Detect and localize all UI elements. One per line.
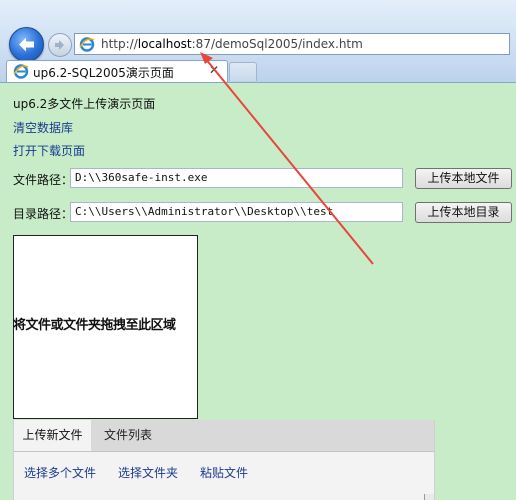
new-tab-button[interactable]: [229, 62, 257, 81]
forward-arrow-icon: [55, 40, 64, 50]
select-folder-link[interactable]: 选择文件夹: [118, 464, 178, 481]
tab-ie-logo-icon: [13, 64, 29, 79]
tab-close-icon[interactable]: ✕: [209, 63, 219, 77]
address-bar[interactable]: http://localhost:87/demoSql2005/index.ht…: [74, 33, 510, 55]
panel-scrollbar[interactable]: [424, 494, 434, 500]
clear-database-link[interactable]: 清空数据库: [13, 119, 73, 136]
select-multiple-files-link[interactable]: 选择多个文件: [24, 464, 96, 481]
upload-panel-tabs: 上传新文件 文件列表: [14, 420, 434, 452]
upload-local-file-button[interactable]: 上传本地文件: [415, 168, 512, 189]
back-arrow-icon: [19, 37, 34, 52]
address-url: http://localhost:87/demoSql2005/index.ht…: [101, 37, 363, 51]
forward-button[interactable]: [48, 33, 72, 57]
tab-upload-new-file[interactable]: 上传新文件: [14, 420, 91, 451]
tab-title: up6.2-SQL2005演示页面: [33, 66, 174, 80]
dir-path-input[interactable]: C:\\Users\\Administrator\\Desktop\\test: [70, 202, 403, 222]
back-button[interactable]: [9, 27, 44, 62]
file-path-label: 文件路径：: [13, 173, 74, 187]
drop-zone-text: 将文件或文件夹拖拽至此区域: [13, 318, 176, 333]
tab-file-list[interactable]: 文件列表: [102, 420, 154, 451]
upload-local-dir-button[interactable]: 上传本地目录: [415, 202, 512, 223]
ie-logo-icon: [79, 37, 95, 52]
dir-path-label: 目录路径：: [13, 207, 74, 221]
browser-chrome: http://localhost:87/demoSql2005/index.ht…: [0, 0, 516, 83]
open-download-page-link[interactable]: 打开下载页面: [13, 142, 85, 159]
page-title: up6.2多文件上传演示页面: [13, 97, 156, 111]
paste-file-link[interactable]: 粘贴文件: [200, 464, 248, 481]
upload-panel: 上传新文件 文件列表 选择多个文件 选择文件夹 粘贴文件: [13, 420, 435, 500]
browser-tab-active[interactable]: up6.2-SQL2005演示页面 ✕: [6, 60, 228, 82]
file-path-input[interactable]: D:\\360safe-inst.exe: [70, 168, 403, 188]
